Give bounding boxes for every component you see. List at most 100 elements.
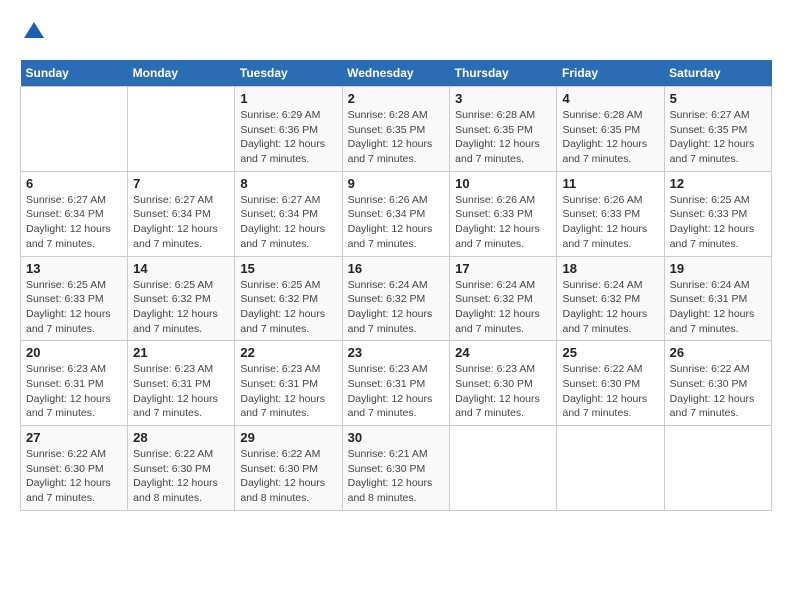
day-info: Sunrise: 6:26 AM Sunset: 6:34 PM Dayligh… (348, 193, 445, 252)
day-info: Sunrise: 6:28 AM Sunset: 6:35 PM Dayligh… (455, 108, 551, 167)
day-number: 10 (455, 176, 551, 191)
day-number: 1 (240, 91, 336, 106)
calendar-cell (664, 426, 771, 511)
day-info: Sunrise: 6:22 AM Sunset: 6:30 PM Dayligh… (133, 447, 229, 506)
day-number: 9 (348, 176, 445, 191)
calendar-cell: 29 Sunrise: 6:22 AM Sunset: 6:30 PM Dayli… (235, 426, 342, 511)
day-number: 23 (348, 345, 445, 360)
calendar-cell: 7Sunrise: 6:27 AM Sunset: 6:34 PM Daylig… (128, 171, 235, 256)
day-number: 20 (26, 345, 122, 360)
calendar-cell: 26 Sunrise: 6:22 AM Sunset: 6:30 PM Dayli… (664, 341, 771, 426)
day-number: 24 (455, 345, 551, 360)
day-number: 7 (133, 176, 229, 191)
calendar-cell (450, 426, 557, 511)
day-info: Sunrise: 6:24 AM Sunset: 6:32 PM Dayligh… (562, 278, 658, 337)
calendar-cell: 15 Sunrise: 6:25 AM Sunset: 6:32 PM Dayli… (235, 256, 342, 341)
calendar-cell (21, 87, 128, 172)
day-number: 5 (670, 91, 766, 106)
day-info: Sunrise: 6:22 AM Sunset: 6:30 PM Dayligh… (670, 362, 766, 421)
day-number: 12 (670, 176, 766, 191)
day-info: Sunrise: 6:23 AM Sunset: 6:31 PM Dayligh… (348, 362, 445, 421)
calendar-cell: 23 Sunrise: 6:23 AM Sunset: 6:31 PM Dayli… (342, 341, 450, 426)
calendar-cell: 17 Sunrise: 6:24 AM Sunset: 6:32 PM Dayli… (450, 256, 557, 341)
calendar-cell: 28 Sunrise: 6:22 AM Sunset: 6:30 PM Dayli… (128, 426, 235, 511)
day-info: Sunrise: 6:24 AM Sunset: 6:31 PM Dayligh… (670, 278, 766, 337)
calendar-cell: 20 Sunrise: 6:23 AM Sunset: 6:31 PM Dayli… (21, 341, 128, 426)
day-info: Sunrise: 6:28 AM Sunset: 6:35 PM Dayligh… (562, 108, 658, 167)
calendar-cell: 6 Sunrise: 6:27 AM Sunset: 6:34 PM Daylig… (21, 171, 128, 256)
day-info: Sunrise: 6:27 AM Sunset: 6:35 PM Dayligh… (670, 108, 766, 167)
day-header-friday: Friday (557, 60, 664, 87)
calendar-cell: 2 Sunrise: 6:28 AM Sunset: 6:35 PM Daylig… (342, 87, 450, 172)
calendar-week-1: 1Sunrise: 6:29 AM Sunset: 6:36 PM Daylig… (21, 87, 772, 172)
day-number: 28 (133, 430, 229, 445)
calendar-cell: 11 Sunrise: 6:26 AM Sunset: 6:33 PM Dayli… (557, 171, 664, 256)
calendar-cell: 14Sunrise: 6:25 AM Sunset: 6:32 PM Dayli… (128, 256, 235, 341)
day-info: Sunrise: 6:22 AM Sunset: 6:30 PM Dayligh… (240, 447, 336, 506)
day-number: 17 (455, 261, 551, 276)
calendar-cell: 8 Sunrise: 6:27 AM Sunset: 6:34 PM Daylig… (235, 171, 342, 256)
calendar-cell: 10 Sunrise: 6:26 AM Sunset: 6:33 PM Dayli… (450, 171, 557, 256)
day-info: Sunrise: 6:25 AM Sunset: 6:33 PM Dayligh… (670, 193, 766, 252)
day-header-tuesday: Tuesday (235, 60, 342, 87)
calendar-cell: 12 Sunrise: 6:25 AM Sunset: 6:33 PM Dayli… (664, 171, 771, 256)
day-info: Sunrise: 6:27 AM Sunset: 6:34 PM Dayligh… (26, 193, 122, 252)
day-info: Sunrise: 6:26 AM Sunset: 6:33 PM Dayligh… (455, 193, 551, 252)
calendar-cell: 4 Sunrise: 6:28 AM Sunset: 6:35 PM Daylig… (557, 87, 664, 172)
day-number: 11 (562, 176, 658, 191)
calendar-week-3: 13 Sunrise: 6:25 AM Sunset: 6:33 PM Dayli… (21, 256, 772, 341)
day-info: Sunrise: 6:24 AM Sunset: 6:32 PM Dayligh… (348, 278, 445, 337)
day-number: 21 (133, 345, 229, 360)
calendar-cell: 1Sunrise: 6:29 AM Sunset: 6:36 PM Daylig… (235, 87, 342, 172)
day-header-saturday: Saturday (664, 60, 771, 87)
day-info: Sunrise: 6:27 AM Sunset: 6:34 PM Dayligh… (240, 193, 336, 252)
calendar-week-2: 6 Sunrise: 6:27 AM Sunset: 6:34 PM Daylig… (21, 171, 772, 256)
day-number: 30 (348, 430, 445, 445)
day-info: Sunrise: 6:23 AM Sunset: 6:31 PM Dayligh… (26, 362, 122, 421)
day-info: Sunrise: 6:23 AM Sunset: 6:31 PM Dayligh… (240, 362, 336, 421)
calendar-header (20, 20, 772, 50)
calendar-cell: 22 Sunrise: 6:23 AM Sunset: 6:31 PM Dayli… (235, 341, 342, 426)
day-number: 3 (455, 91, 551, 106)
day-number: 22 (240, 345, 336, 360)
day-info: Sunrise: 6:28 AM Sunset: 6:35 PM Dayligh… (348, 108, 445, 167)
day-number: 29 (240, 430, 336, 445)
day-header-sunday: Sunday (21, 60, 128, 87)
day-info: Sunrise: 6:21 AM Sunset: 6:30 PM Dayligh… (348, 447, 445, 506)
calendar-week-5: 27Sunrise: 6:22 AM Sunset: 6:30 PM Dayli… (21, 426, 772, 511)
logo (20, 20, 46, 50)
calendar-table: SundayMondayTuesdayWednesdayThursdayFrid… (20, 60, 772, 511)
day-number: 13 (26, 261, 122, 276)
calendar-cell: 13 Sunrise: 6:25 AM Sunset: 6:33 PM Dayli… (21, 256, 128, 341)
day-info: Sunrise: 6:25 AM Sunset: 6:32 PM Dayligh… (133, 278, 229, 337)
day-info: Sunrise: 6:22 AM Sunset: 6:30 PM Dayligh… (26, 447, 122, 506)
calendar-header-row: SundayMondayTuesdayWednesdayThursdayFrid… (21, 60, 772, 87)
day-info: Sunrise: 6:23 AM Sunset: 6:31 PM Dayligh… (133, 362, 229, 421)
day-number: 19 (670, 261, 766, 276)
logo-icon (22, 20, 46, 44)
day-number: 2 (348, 91, 445, 106)
calendar-cell: 19 Sunrise: 6:24 AM Sunset: 6:31 PM Dayli… (664, 256, 771, 341)
day-info: Sunrise: 6:23 AM Sunset: 6:30 PM Dayligh… (455, 362, 551, 421)
day-info: Sunrise: 6:25 AM Sunset: 6:32 PM Dayligh… (240, 278, 336, 337)
day-number: 15 (240, 261, 336, 276)
day-number: 26 (670, 345, 766, 360)
calendar-cell: 21 Sunrise: 6:23 AM Sunset: 6:31 PM Dayli… (128, 341, 235, 426)
day-number: 6 (26, 176, 122, 191)
calendar-cell (557, 426, 664, 511)
calendar-cell: 5 Sunrise: 6:27 AM Sunset: 6:35 PM Daylig… (664, 87, 771, 172)
day-number: 16 (348, 261, 445, 276)
day-header-monday: Monday (128, 60, 235, 87)
day-info: Sunrise: 6:25 AM Sunset: 6:33 PM Dayligh… (26, 278, 122, 337)
day-header-thursday: Thursday (450, 60, 557, 87)
calendar-cell: 18Sunrise: 6:24 AM Sunset: 6:32 PM Dayli… (557, 256, 664, 341)
calendar-cell: 27Sunrise: 6:22 AM Sunset: 6:30 PM Dayli… (21, 426, 128, 511)
day-number: 8 (240, 176, 336, 191)
calendar-cell: 3 Sunrise: 6:28 AM Sunset: 6:35 PM Daylig… (450, 87, 557, 172)
day-info: Sunrise: 6:26 AM Sunset: 6:33 PM Dayligh… (562, 193, 658, 252)
day-number: 4 (562, 91, 658, 106)
calendar-cell: 25Sunrise: 6:22 AM Sunset: 6:30 PM Dayli… (557, 341, 664, 426)
day-info: Sunrise: 6:24 AM Sunset: 6:32 PM Dayligh… (455, 278, 551, 337)
logo-text (20, 20, 46, 50)
day-info: Sunrise: 6:22 AM Sunset: 6:30 PM Dayligh… (562, 362, 658, 421)
